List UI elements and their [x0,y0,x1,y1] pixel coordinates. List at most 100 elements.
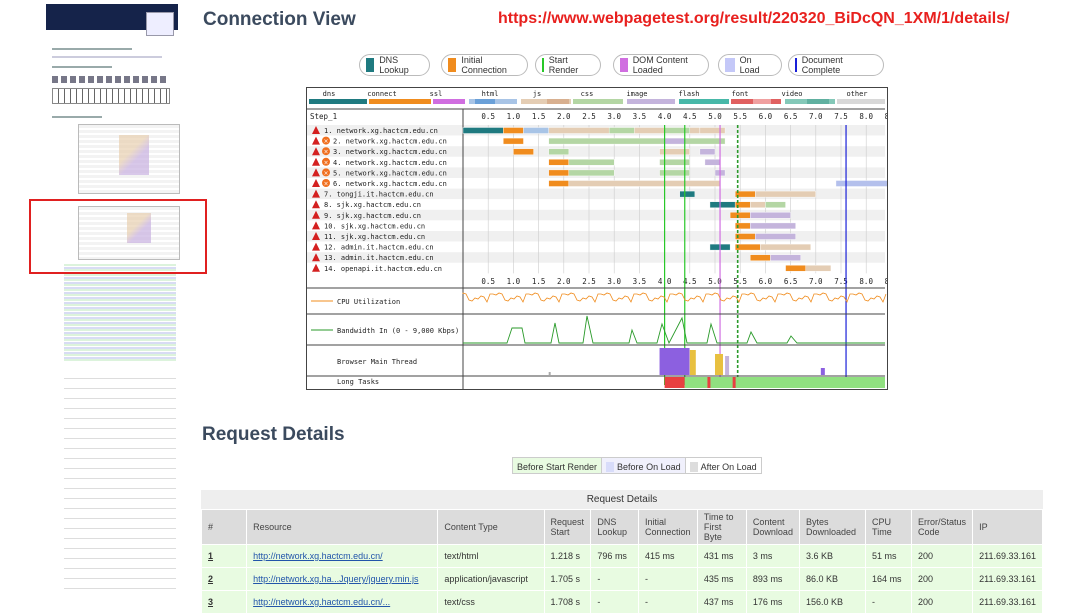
tick-label-top: 4.0 [658,112,672,121]
waterfall-svg: dns connect ssl html js css image flash font vide… [307,90,898,389]
legend-dom-content-loaded: DOM Content Loaded [613,54,709,76]
col-ip[interactable]: IP [972,509,1043,545]
table-cell: 3.6 KB [798,544,867,568]
tick-label-top: 5.0 [708,112,722,121]
thumb-filmstrip [52,88,170,104]
waterfall-bar [734,243,761,251]
table-cell: 435 ms [696,567,747,591]
resource-link[interactable]: http://network.xg.hactcm.edu.cn/ [246,544,439,568]
page-thumbnail[interactable] [28,0,180,603]
tick-label-top: 2.5 [582,112,596,121]
col-number[interactable]: # [200,509,248,545]
row-label: 4. network.xg.hactcm.edu.cn [333,159,447,167]
waterfall-bar [750,212,791,219]
waterfall-bar [568,180,721,187]
waterfall-bar [523,127,549,134]
type-swatch [547,99,569,104]
main-thread-layout [725,356,730,375]
tick-label-bottom: 8.5 [885,277,887,286]
request-details-title: Request Details [202,424,345,445]
waterfall-bar [548,148,570,155]
table-cell: 415 ms [637,544,698,568]
type-header-other: other [846,90,867,98]
cpu-label: CPU Utilization [337,298,400,306]
col-request-start[interactable]: Request Start [543,509,592,545]
type-header-js: js [533,90,541,98]
row-label: 5. network.xg.hactcm.edu.cn [333,169,447,177]
table-row: 2 http://network.xg.ha...Jquery/jquery.mi… [200,567,1043,591]
long-task-block [732,377,736,388]
blocked-icon-glyph: × [323,138,328,145]
table-cell: 3 ms [745,544,800,568]
resource-link[interactable]: http://network.xg.ha...Jquery/jquery.min… [246,567,439,591]
type-swatch [627,99,675,104]
col-ttfb[interactable]: Time to First Byte [696,509,747,545]
tick-label-top: 1.0 [507,112,521,121]
waterfall-bar [704,159,721,166]
type-swatch [433,99,465,104]
type-swatch [573,99,623,104]
table-header-row: # Resource Content Type Request Start DN… [200,509,1043,545]
table-cell: 211.69.33.161 [972,567,1043,591]
waterfall-bar [785,265,806,272]
col-initial-connection[interactable]: Initial Connection [637,509,698,545]
tick-label-top: 4.5 [683,112,697,121]
row-number-link[interactable]: 1 [200,544,248,568]
type-swatch [309,99,367,104]
legend-on-load: On Load [718,54,782,76]
row-label: 6. network.xg.hactcm.edu.cn [333,180,447,188]
main-thread-script [715,354,723,375]
main-thread-block [820,368,825,375]
type-header-dns: dns [323,90,336,98]
waterfall-bar [805,265,832,272]
main-thread-block [659,348,690,375]
connection-waterfall: dns connect ssl html js css image flash font vide… [306,87,898,390]
table-cell: 1.218 s [543,544,592,568]
type-header-connect: connect [367,90,397,98]
col-content-download[interactable]: Content Download [745,509,800,545]
table-cell: 176 ms [745,590,800,614]
row-label: 11. sjk.xg.hactcm.edu.cn [324,233,425,241]
col-resource[interactable]: Resource [246,509,439,545]
row-label: 7. tongji.it.hactcm.edu.cn [324,191,434,199]
row-label: 9. sjk.xg.hactcm.edu.cn [324,212,421,220]
blocked-icon-glyph: × [323,149,328,156]
table-cell: - [590,590,639,614]
col-content-type[interactable]: Content Type [437,509,545,545]
long-task-block [707,377,711,388]
tick-label-top: 3.0 [607,112,621,121]
type-swatch [837,99,885,104]
table-cell: - [865,590,913,614]
col-cpu-time[interactable]: CPU Time [865,509,913,545]
tick-label-top: 8.0 [859,112,873,121]
table-cell: - [590,567,639,591]
main-thread-script [689,350,696,375]
tick-label-bottom: 1.5 [532,277,546,286]
row-number-link[interactable]: 3 [200,590,248,614]
type-header-video: video [781,90,802,98]
type-swatch [369,99,431,104]
row-label: 10. sjk.xg.hactcm.edu.cn [324,222,425,230]
row-label: 12. admin.it.hactcm.edu.cn [324,244,434,252]
table-cell: 86.0 KB [798,567,867,591]
tick-label-top: 5.5 [733,112,747,121]
tick-label-bottom: 2.0 [557,277,571,286]
row-number-link[interactable]: 2 [200,567,248,591]
waterfall-bar [835,180,892,187]
request-details-table: Request Details # Resource Content Type … [200,490,1043,614]
resource-link[interactable]: http://network.xg.hactcm.edu.cn/... [246,590,439,614]
request-details-legend: Before Start Render Before On Load After… [512,457,762,474]
legend-before-start-render: Before Start Render [512,457,603,474]
tick-label-top: 6.5 [784,112,798,121]
col-dns-lookup[interactable]: DNS Lookup [590,509,639,545]
table-cell: 200 [911,567,974,591]
col-status-code[interactable]: Error/Status Code [911,509,974,545]
table-caption: Request Details [201,490,1043,509]
tick-label-bottom: 6.0 [759,277,773,286]
waterfall-bar [664,137,685,145]
waterfall-bar [699,127,726,134]
waterfall-bar [548,169,570,177]
col-bytes-downloaded[interactable]: Bytes Downloaded [798,509,867,545]
table-cell: 796 ms [590,544,639,568]
type-header-font: font [732,90,749,98]
